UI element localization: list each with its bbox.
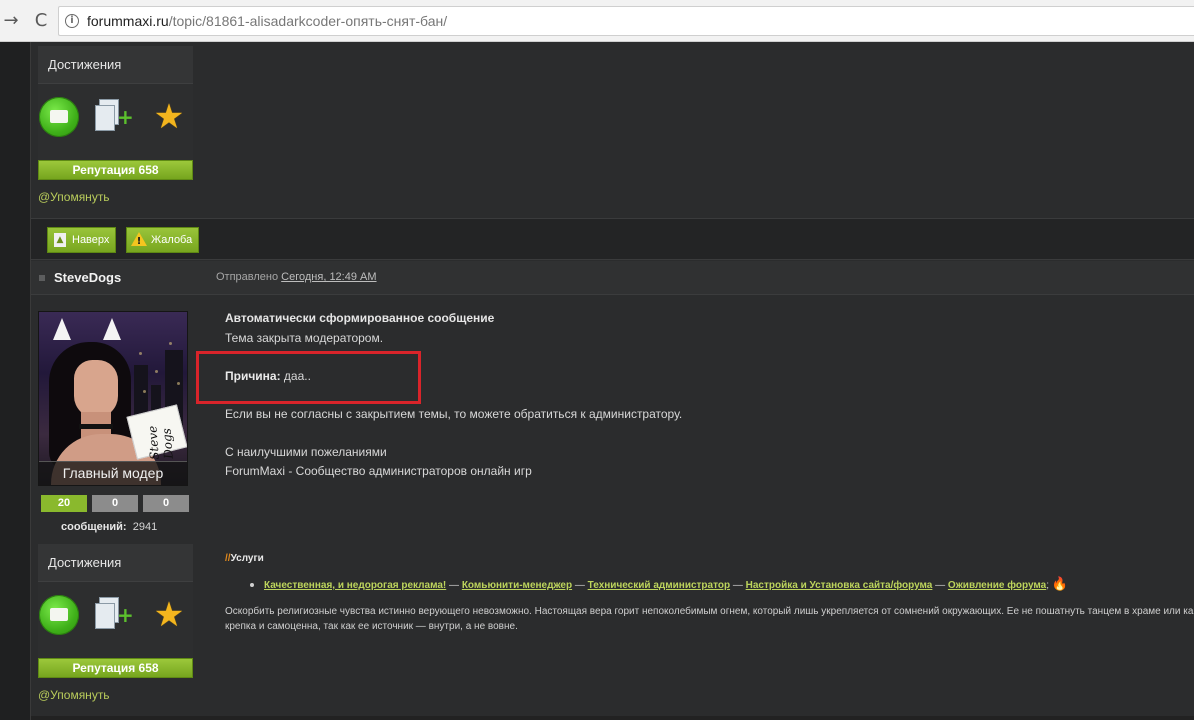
separator: — [932, 580, 948, 591]
reputation-counter: 20 [41, 495, 87, 512]
prev-post-sidebar: Достижения + ★ Репутация 658 @Упомянуть [38, 46, 193, 216]
mention-link[interactable]: @Упомянуть [38, 688, 110, 702]
service-link-community-manager[interactable]: Комьюнити-менеджер [462, 580, 572, 591]
list-bullet-icon [250, 583, 254, 588]
post-timestamp: Отправлено Сегодня, 12:49 AM [216, 271, 377, 283]
avatar-sign-text: Steve Dogs [145, 425, 176, 461]
url-host: forummaxi.ru [87, 13, 169, 29]
page-up-icon: ▲ [54, 233, 66, 247]
appeal-notice: Если вы не согласны с закрытием темы, то… [225, 407, 683, 421]
bans-counter: 0 [143, 495, 189, 512]
achievements-heading: Достижения [38, 46, 193, 84]
forum-page: Достижения + ★ Репутация 658 @Упомянуть … [0, 42, 1194, 720]
reputation-badge[interactable]: Репутация 658 [38, 160, 193, 180]
star-achievement-icon[interactable]: ★ [149, 97, 189, 137]
warnings-counter: 0 [92, 495, 138, 512]
user-rank: Главный модер [39, 461, 187, 485]
services-tail: ; [1046, 580, 1050, 591]
user-signature: Оскорбить религиозные чувства истинно ве… [225, 604, 1194, 634]
folder-achievement-icon[interactable] [39, 595, 79, 635]
url-path: /topic/81861-alisadarkcoder-опять-снят-б… [168, 13, 448, 29]
signature-line-1: Оскорбить религиозные чувства истинно ве… [225, 606, 1194, 617]
post-title: Автоматически сформированное сообщение [225, 311, 495, 325]
topic-content: Достижения + ★ Репутация 658 @Упомянуть … [31, 42, 1194, 720]
achievements-panel: + ★ [38, 582, 193, 658]
message-count: сообщений: 2941 [61, 521, 157, 533]
url-text[interactable]: forummaxi.ru/topic/81861-alisadarkcoder-… [87, 13, 447, 29]
closure-notice: Тема закрыта модератором. [225, 331, 384, 345]
posted-prefix: Отправлено [216, 271, 279, 283]
signature-line-2: крепка и самоценна, так как ее источник … [225, 621, 518, 632]
services-title: Услуги [230, 553, 264, 564]
back-arrow-icon[interactable]: → [0, 10, 22, 32]
achievements-heading: Достижения [38, 544, 193, 582]
post-actions-bar: ▲ Наверх ! Жалоба [31, 218, 1194, 260]
mention-link[interactable]: @Упомянуть [38, 190, 110, 204]
report-label: Жалоба [151, 234, 193, 246]
reputation-badge[interactable]: Репутация 658 [38, 658, 193, 678]
service-link-ads[interactable]: Качественная, и недорогая реклама! [264, 580, 446, 591]
page-gutter [0, 42, 30, 720]
post-header: SteveDogs Отправлено Сегодня, 12:49 AM [31, 261, 1194, 295]
star-achievement-icon[interactable]: ★ [149, 595, 189, 635]
fire-icon: 🔥 [1051, 577, 1068, 592]
message-count-label: сообщений: [61, 521, 127, 533]
services-list: Качественная, и недорогая реклама! — Ком… [250, 577, 1068, 592]
site-info-icon[interactable]: i [65, 14, 79, 28]
profile-card-achievement-icon[interactable]: + [95, 595, 135, 635]
reload-icon[interactable]: C [30, 10, 52, 32]
report-button[interactable]: ! Жалоба [126, 227, 200, 253]
post-sidebar-achievements: Достижения + ★ Репутация 658 @Упомянуть [38, 544, 193, 714]
warning-icon: ! [131, 232, 147, 247]
back-to-top-button[interactable]: ▲ Наверх [47, 227, 117, 253]
back-to-top-label: Наверх [72, 234, 110, 246]
separator: — [572, 580, 588, 591]
author-avatar[interactable]: Steve Dogs Главный модер [38, 311, 188, 486]
profile-card-achievement-icon[interactable]: + [95, 97, 135, 137]
separator: — [730, 580, 746, 591]
annotation-highlight-box [196, 351, 421, 404]
message-count-value: 2941 [132, 521, 158, 533]
regards-line: С наилучшими пожеланиями [225, 445, 387, 459]
plus-icon: + [117, 105, 134, 129]
address-bar[interactable]: i forummaxi.ru/topic/81861-alisadarkcode… [58, 6, 1194, 36]
folder-achievement-icon[interactable] [39, 97, 79, 137]
signoff-line: ForumMaxi - Сообщество администраторов о… [225, 464, 532, 478]
plus-icon: + [117, 603, 134, 627]
separator: — [446, 580, 462, 591]
service-link-forum-revival[interactable]: Оживление форума [948, 580, 1046, 591]
post-marker-icon [39, 275, 45, 281]
browser-toolbar: → C i forummaxi.ru/topic/81861-alisadark… [0, 0, 1194, 42]
services-heading: //Услуги [225, 553, 264, 564]
post-separator [31, 716, 1194, 720]
service-link-site-setup[interactable]: Настройка и Установка сайта/форума [746, 580, 933, 591]
service-link-tech-admin[interactable]: Технический администратор [588, 580, 730, 591]
achievements-panel: + ★ [38, 84, 193, 160]
posted-date-link[interactable]: Сегодня, 12:49 AM [281, 271, 376, 283]
post-author[interactable]: SteveDogs [54, 270, 121, 285]
